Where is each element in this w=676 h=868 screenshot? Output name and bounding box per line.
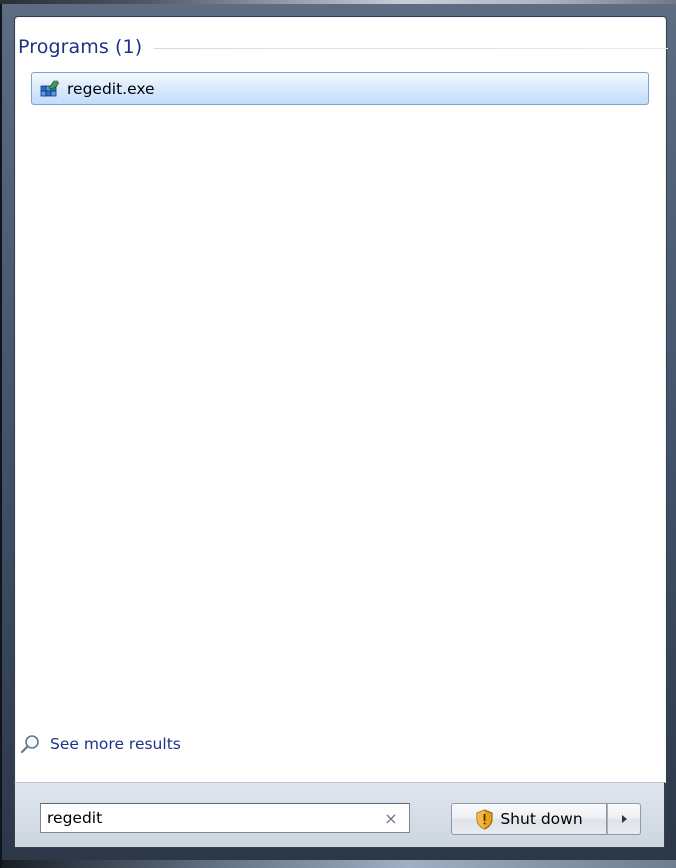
search-input[interactable] xyxy=(47,809,379,827)
shutdown-options-button[interactable] xyxy=(607,803,641,835)
update-shield-icon xyxy=(476,808,493,830)
shutdown-group: Shut down xyxy=(451,803,641,835)
clear-search-icon[interactable]: × xyxy=(379,809,403,828)
shutdown-label: Shut down xyxy=(500,810,583,828)
see-more-results-label: See more results xyxy=(50,735,181,753)
search-results-panel xyxy=(14,16,667,784)
programs-section-header: Programs (1) xyxy=(18,34,668,60)
shutdown-button[interactable]: Shut down xyxy=(451,803,607,835)
registry-editor-icon xyxy=(40,79,60,96)
result-item-label: regedit.exe xyxy=(67,79,155,98)
magnifier-icon xyxy=(20,735,39,754)
section-divider xyxy=(154,47,668,49)
triangle-right-icon xyxy=(621,815,627,823)
see-more-results-link[interactable]: See more results xyxy=(20,733,181,755)
section-title: Programs (1) xyxy=(18,36,143,58)
search-box: × xyxy=(40,803,410,833)
result-item-regedit[interactable]: regedit.exe xyxy=(31,72,649,105)
search-and-power-bar: × Shut down xyxy=(14,782,665,848)
